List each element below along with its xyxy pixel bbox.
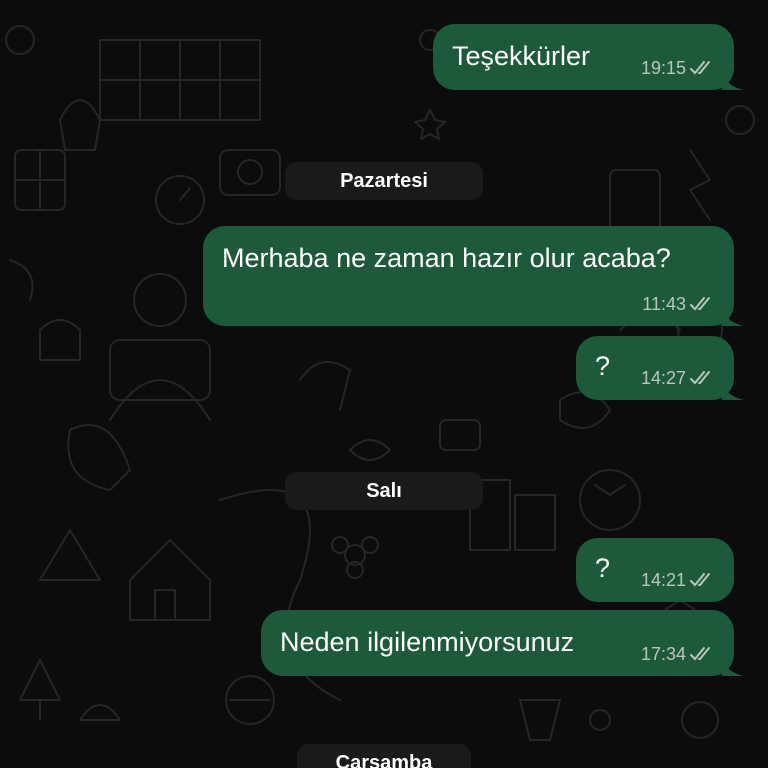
message-bubble[interactable]: ? 14:27: [576, 336, 744, 400]
double-check-icon: [690, 61, 710, 75]
message-text: ?: [595, 553, 611, 583]
message-bubble[interactable]: Teşekkürler 19:15: [433, 24, 744, 90]
chat-view[interactable]: Teşekkürler 19:15 Pazartesi Merhaba ne z…: [0, 0, 768, 768]
message-text: Neden ilgilenmiyorsunuz: [280, 627, 575, 657]
message-meta: 11:43: [642, 294, 716, 314]
bubble-tail: [722, 382, 744, 400]
message-time: 19:15: [640, 58, 686, 78]
date-separator: Salı: [285, 472, 483, 510]
message-bubble[interactable]: ? 14:21: [576, 538, 734, 602]
date-separator: Çarşamba: [297, 744, 471, 768]
bubble-tail: [722, 72, 744, 90]
bubble-tail: [722, 658, 744, 676]
message-text: ?: [595, 351, 611, 381]
message-time: 14:21: [640, 570, 686, 590]
message-text: Merhaba ne zaman hazır olur acaba?: [222, 243, 671, 273]
message-meta: 14:21: [641, 570, 716, 590]
date-separator: Pazartesi: [285, 162, 483, 200]
double-check-icon: [690, 573, 710, 587]
message-time: 17:34: [640, 644, 686, 664]
message-time: 11:43: [642, 294, 686, 314]
message-time: 14:27: [640, 368, 686, 388]
message-meta: 14:27: [641, 368, 716, 388]
message-meta: 17:34: [641, 644, 716, 664]
message-meta: 19:15: [641, 58, 716, 78]
double-check-icon: [690, 371, 710, 385]
double-check-icon: [690, 297, 710, 311]
message-text: Teşekkürler: [452, 41, 591, 71]
bubble-tail: [722, 308, 744, 326]
double-check-icon: [690, 647, 710, 661]
message-bubble[interactable]: Merhaba ne zaman hazır olur acaba? 11:43: [203, 226, 744, 326]
message-bubble[interactable]: Neden ilgilenmiyorsunuz 17:34: [261, 610, 744, 676]
